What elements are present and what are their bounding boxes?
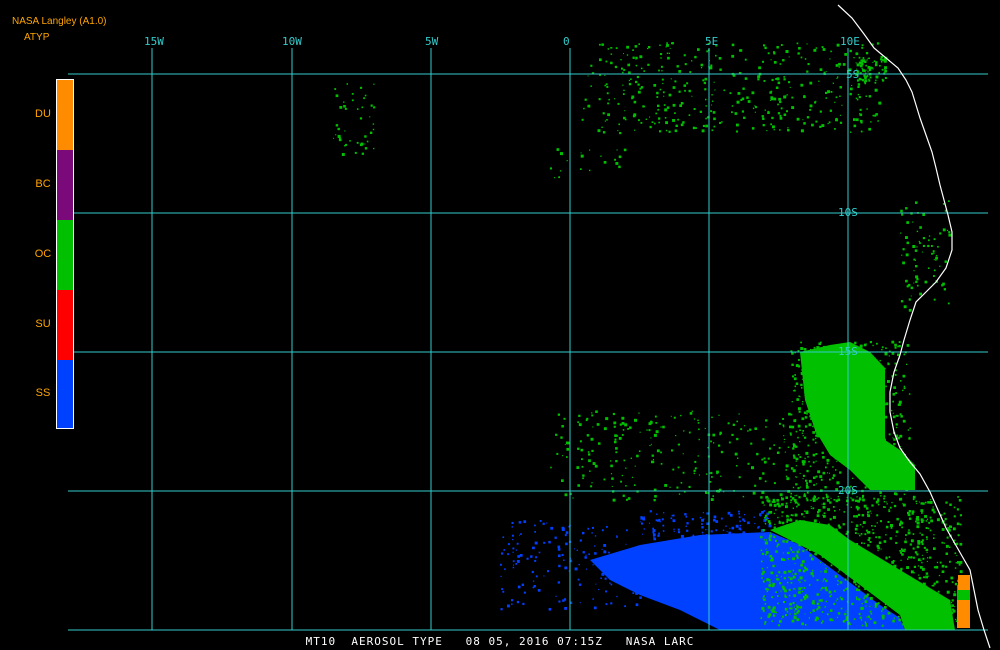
lon-label-10e: 10E	[840, 35, 860, 48]
lat-label-20s: 20S	[838, 484, 858, 497]
legend-label-du: DU	[35, 108, 51, 120]
organic-carbon-plume	[550, 410, 812, 502]
lon-label-5e: 5E	[705, 35, 718, 48]
dust-se-coast-2	[957, 600, 970, 628]
legend-swatch-oc	[57, 220, 73, 290]
footer-caption: MT10 AEROSOL TYPE 08 05, 2016 07:15Z NAS…	[305, 635, 695, 648]
legend-label-oc: OC	[34, 248, 52, 260]
legend-swatch-bc	[57, 150, 73, 220]
organic-carbon-north-1	[581, 42, 882, 135]
legend-label-ss: SS	[35, 387, 51, 399]
lat-label-15s: 15S	[838, 345, 858, 358]
lon-label-5w: 5W	[425, 35, 439, 48]
product-code: ATYP	[24, 32, 50, 43]
legend-swatch-du	[57, 80, 73, 150]
lon-label-0: 0	[563, 35, 570, 48]
organic-carbon-coast-north	[900, 200, 952, 312]
legend-label-bc: BC	[35, 178, 51, 190]
lat-label-10s: 10S	[838, 206, 858, 219]
legend-swatch-su	[57, 290, 73, 360]
aerosol-map: 15W 10W 5W 0 5E 10E 5S 10S 15S 20S	[68, 4, 991, 649]
lat-label-5s: 5S	[846, 68, 859, 81]
lon-label-10w: 10W	[282, 35, 302, 48]
legend-swatch-ss	[57, 360, 73, 428]
color-legend	[56, 79, 74, 429]
legend-label-su: SU	[35, 318, 51, 330]
dust-se-coast-1	[958, 575, 970, 590]
organic-carbon-north-3	[549, 148, 627, 179]
aerosol-layer	[333, 42, 970, 630]
lon-label-15w: 15W	[144, 35, 164, 48]
source-title: NASA Langley (A1.0)	[12, 16, 107, 27]
organic-carbon-north-2	[333, 83, 376, 156]
